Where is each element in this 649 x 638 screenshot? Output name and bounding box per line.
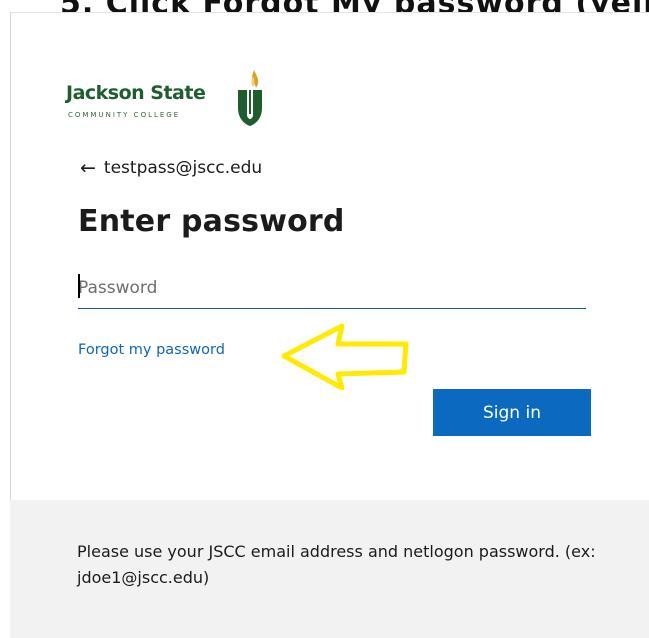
text-cursor: [78, 274, 80, 298]
torch-shield-icon: [238, 70, 262, 126]
password-input[interactable]: [78, 268, 586, 309]
account-row: ← testpass@jscc.edu: [80, 158, 262, 178]
forgot-password-link[interactable]: Forgot my password: [78, 342, 225, 358]
logo-subtitle: COMMUNITY COLLEGE: [68, 111, 181, 119]
sign-in-button[interactable]: Sign in: [433, 389, 591, 436]
yellow-arrow-icon: [281, 323, 409, 390]
college-logo: Jackson State COMMUNITY COLLEGE: [66, 68, 286, 130]
logo-name: Jackson State: [66, 82, 206, 104]
page-title: Enter password: [78, 204, 345, 239]
footer-help-text: Please use your JSCC email address and n…: [77, 542, 596, 587]
footer-panel: Please use your JSCC email address and n…: [10, 500, 649, 638]
back-arrow-icon[interactable]: ←: [80, 158, 96, 178]
screenshot-page: 5. Click Forgot My password (yellow arro…: [0, 0, 649, 638]
account-email: testpass@jscc.edu: [103, 158, 263, 178]
